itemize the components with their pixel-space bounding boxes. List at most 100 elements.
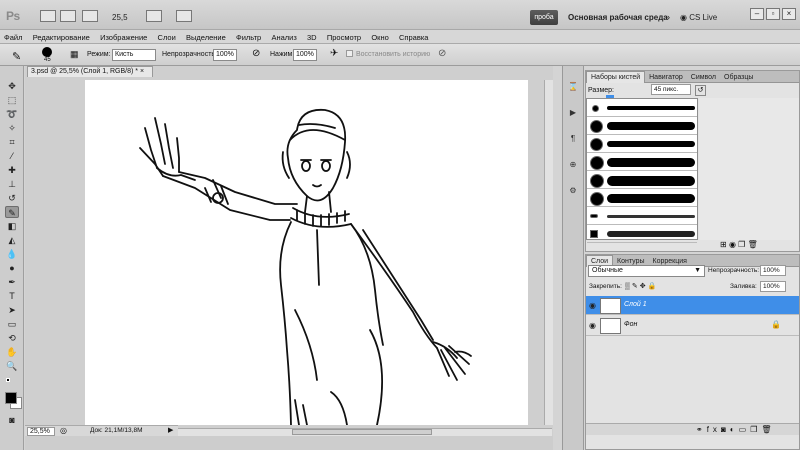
type-tool-icon[interactable]: T [5,290,19,302]
mode-select[interactable]: Кисть [112,49,156,61]
quick-mask-icon[interactable]: ◙ [5,414,19,426]
tab-swatches[interactable]: Образцы [720,72,757,84]
foreground-color-swatch[interactable] [5,392,17,404]
brush-tool-active-icon[interactable]: ✎ [5,206,19,218]
healing-brush-tool-icon[interactable]: ✚ [5,164,19,176]
zoom-level-field[interactable]: 25,5 [112,13,128,22]
close-icon[interactable]: × [782,8,796,20]
menu-analysis[interactable]: Анализ [267,30,300,42]
menu-filter[interactable]: Фильтр [232,30,265,42]
tab-navigator[interactable]: Навигатор [645,72,687,84]
actions-panel-icon[interactable]: ▶ [566,106,580,120]
delete-layer-icon[interactable]: 🗑 [761,425,775,434]
status-info-icon[interactable]: ◎ [60,426,67,435]
quick-selection-tool-icon[interactable]: ✧ [5,122,19,134]
eyedropper-tool-icon[interactable]: ⁄ [5,150,19,162]
clone-source-panel-icon[interactable]: ⊕ [566,158,580,172]
airbrush-icon[interactable]: ✈ [330,48,338,59]
cs-live-button[interactable]: ◉ CS Live [680,13,717,22]
minimize-icon[interactable]: – [750,8,764,20]
menu-help[interactable]: Справка [395,30,432,42]
brush-preset-row[interactable] [587,117,697,135]
layer-opacity-field[interactable]: 100% [760,265,786,276]
marquee-tool-icon[interactable]: ⬚ [5,94,19,106]
menu-window[interactable]: Окно [367,30,392,42]
zoom-tool-icon[interactable]: 🔍 [5,360,19,372]
canvas[interactable] [85,80,528,426]
menu-file[interactable]: Файл [0,30,26,42]
brush-preset-row[interactable] [587,99,697,117]
brush-preset-row[interactable] [587,207,697,225]
document-tab[interactable]: 3.psd @ 25,5% (Слой 1, RGB/8) * × [27,66,153,77]
default-colors-icon[interactable] [6,378,12,384]
lock-image-icon[interactable]: ✎ [632,283,638,290]
menu-3d[interactable]: 3D [303,30,321,42]
expand-icon[interactable]: » [665,12,670,22]
paint-bucket-tool-icon[interactable]: ◭ [5,234,19,246]
lock-transparency-icon[interactable]: ▒ [625,283,630,290]
menu-select[interactable]: Выделение [182,30,230,42]
new-brush-icon[interactable]: ❐ [738,240,745,249]
workspace-name[interactable]: Основная рабочая среда [568,13,668,22]
tab-character[interactable]: Символ [687,72,720,84]
document-close-icon[interactable]: × [140,68,144,75]
brush-preset-row[interactable] [587,153,697,171]
lock-position-icon[interactable]: ✥ [640,283,646,290]
status-menu-arrow-icon[interactable]: ▶ [168,426,173,434]
move-tool-icon[interactable]: ✥ [5,80,19,92]
menu-layers[interactable]: Слои [154,30,180,42]
eraser-tool-icon[interactable]: ◧ [5,220,19,232]
brush-preset-row[interactable] [587,135,697,153]
menu-edit[interactable]: Редактирование [29,30,94,42]
path-selection-tool-icon[interactable]: ➤ [5,304,19,316]
tool-presets-panel-icon[interactable]: ⚙ [566,184,580,198]
dodge-tool-icon[interactable]: ● [5,262,19,274]
history-brush-tool-icon[interactable]: ↺ [5,192,19,204]
rectangle-tool-icon[interactable]: ▭ [5,318,19,330]
fill-field[interactable]: 100% [760,281,786,292]
bridge-icon[interactable] [40,10,56,22]
adjustment-layer-icon[interactable]: ◐ [730,425,739,434]
add-mask-icon[interactable]: ◙ [721,425,730,434]
history-panel-icon[interactable]: ⌛ [566,80,580,94]
horizontal-scroll-thumb[interactable] [292,429,432,435]
status-zoom-field[interactable]: 25,5% [27,427,55,436]
brush-preset-row[interactable] [587,189,697,207]
brush-preset-row[interactable] [587,171,697,189]
menu-image[interactable]: Изображение [96,30,151,42]
new-group-icon[interactable]: ▭ [739,425,751,434]
workspace-button[interactable]: проба [530,10,558,25]
new-layer-icon[interactable]: ❐ [750,425,761,434]
opacity-field[interactable]: 100% [213,49,237,61]
brush-visibility-icon[interactable]: ◉ [729,240,736,249]
arrange-documents-icon[interactable] [146,10,162,22]
paragraph-panel-icon[interactable]: ¶ [566,132,580,146]
lock-all-icon[interactable]: 🔒 [648,283,657,290]
delete-brush-icon[interactable]: 🗑 [748,240,758,249]
hand-tool-icon[interactable]: ✋ [5,346,19,358]
vertical-scrollbar[interactable] [544,80,553,425]
3d-rotate-tool-icon[interactable]: ⟲ [5,332,19,344]
layer-row-background[interactable]: ◉ Фон 🔒 [586,316,799,336]
lasso-tool-icon[interactable]: ➰ [5,108,19,120]
mini-bridge-icon[interactable] [60,10,76,22]
pressure-field[interactable]: 100% [293,49,317,61]
visibility-eye-icon[interactable]: ◉ [589,301,596,310]
visibility-eye-icon[interactable]: ◉ [589,321,596,330]
toggle-brush-panel-icon[interactable]: ⊞ [720,240,727,249]
pen-tool-icon[interactable]: ✒ [5,276,19,288]
brush-panel-toggle-icon[interactable]: ▦ [70,49,79,60]
brush-preset-row[interactable] [587,225,697,243]
crop-tool-icon[interactable]: ⌗ [5,136,19,148]
blend-mode-select[interactable]: Обычные ▼ [588,265,705,277]
clone-stamp-tool-icon[interactable]: ⊥ [5,178,19,190]
brush-tool-icon[interactable]: ✎ [12,50,21,63]
blur-tool-icon[interactable]: 💧 [5,248,19,260]
restore-icon[interactable]: ▫ [766,8,780,20]
tab-brush-presets[interactable]: Наборы кистей [586,71,646,83]
screen-mode-icon[interactable] [176,10,192,22]
layer-row-layer1[interactable]: ◉ Слой 1 [586,296,799,315]
pressure-opacity-icon[interactable]: ⊘ [252,48,260,59]
restore-history-checkbox[interactable] [346,50,353,57]
reset-size-icon[interactable]: ↺ [695,85,706,96]
